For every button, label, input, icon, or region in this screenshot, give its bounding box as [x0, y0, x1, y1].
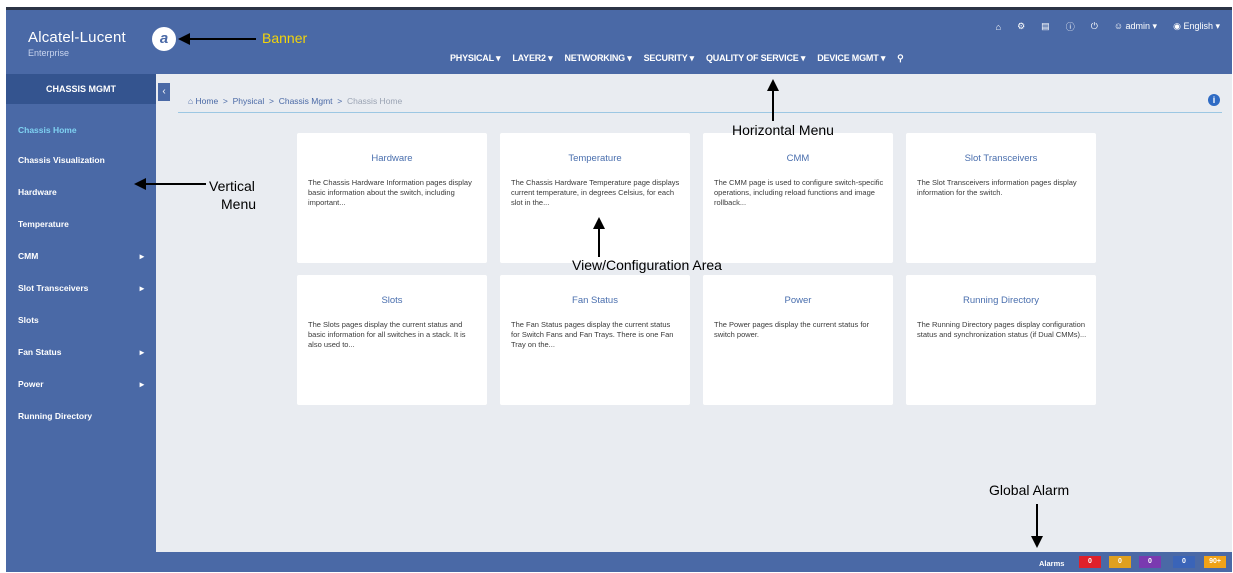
language-menu[interactable]: ◉ English ▾	[1173, 21, 1220, 32]
card-title: Power	[784, 295, 812, 306]
card-title: Temperature	[568, 153, 622, 164]
chevron-right-icon: ▸	[139, 347, 144, 357]
card-running-directory[interactable]: Running Directory The Running Directory …	[906, 275, 1096, 405]
clipboard-icon[interactable]: ▤	[1041, 21, 1050, 32]
card-power[interactable]: Power The Power pages display the curren…	[703, 275, 893, 405]
sidebar-item-chassis-home[interactable]: Chassis Home	[18, 125, 148, 135]
breadcrumb-chassis-mgmt[interactable]: Chassis Mgmt	[279, 96, 333, 106]
sidebar-item-fan-status[interactable]: Fan Status ▸	[18, 347, 148, 357]
alarm-badge-major[interactable]: 0	[1109, 556, 1131, 568]
sidebar-header: CHASSIS MGMT	[6, 74, 156, 104]
breadcrumb-home[interactable]: Home	[196, 96, 219, 106]
annotation-horizontal-menu: Horizontal Menu	[732, 122, 834, 138]
card-title: Slot Transceivers	[964, 153, 1038, 164]
arrow-up-icon	[767, 79, 779, 121]
info-icon[interactable]: i	[1208, 94, 1220, 106]
sidebar-item-temperature[interactable]: Temperature	[18, 219, 148, 229]
chevron-right-icon: ▸	[139, 283, 144, 293]
card-description: The Fan Status pages display the current…	[511, 320, 674, 349]
card-title: Fan Status	[572, 295, 618, 306]
alarm-badge-info[interactable]: 0	[1173, 556, 1195, 568]
card-title: CMM	[786, 153, 810, 164]
user-menu[interactable]: ☺ admin ▾	[1114, 21, 1157, 32]
card-description: The Power pages display the current stat…	[714, 320, 870, 339]
hmenu-quality-of-service[interactable]: QUALITY OF SERVICE ▾	[706, 53, 805, 64]
gear-icon[interactable]: ⚙	[1017, 21, 1025, 32]
breadcrumb-current: Chassis Home	[346, 96, 403, 106]
card-description: The Slots pages display the current stat…	[308, 320, 466, 349]
card-cmm[interactable]: CMM The CMM page is used to configure sw…	[703, 133, 893, 263]
brand-mark-icon: a	[152, 27, 176, 51]
card-description: The CMM page is used to configure switch…	[714, 178, 884, 207]
hmenu-layer2[interactable]: LAYER2 ▾	[512, 53, 552, 64]
user-name: admin	[1125, 21, 1151, 31]
footer-bar: Alarms 0 0 0 0 90+	[6, 552, 1232, 572]
alarm-badge-critical[interactable]: 0	[1079, 556, 1101, 568]
card-slots[interactable]: Slots The Slots pages display the curren…	[297, 275, 487, 405]
card-title: Hardware	[371, 153, 413, 164]
hmenu-device-mgmt[interactable]: DEVICE MGMT ▾	[817, 53, 885, 64]
breadcrumb-divider	[178, 112, 1222, 113]
card-slot-transceivers[interactable]: Slot Transceivers The Slot Transceivers …	[906, 133, 1096, 263]
sidebar-item-slots[interactable]: Slots	[18, 315, 148, 325]
alarm-badge-minor[interactable]: 0	[1139, 556, 1161, 568]
hmenu-security[interactable]: SECURITY ▾	[644, 53, 695, 64]
brand-sub: Enterprise	[28, 48, 70, 58]
home-icon[interactable]: ⌂	[996, 22, 1001, 32]
language-label: English	[1183, 21, 1213, 31]
hmenu-physical[interactable]: PHYSICAL ▾	[450, 53, 501, 64]
horizontal-menu: PHYSICAL ▾ LAYER2 ▾ NETWORKING ▾ SECURIT…	[450, 53, 904, 64]
card-fan-status[interactable]: Fan Status The Fan Status pages display …	[500, 275, 690, 405]
breadcrumb: ⌂ Home > Physical > Chassis Mgmt > Chass…	[188, 96, 403, 106]
chevron-right-icon: ▸	[139, 251, 144, 261]
hmenu-networking[interactable]: NETWORKING ▾	[564, 53, 631, 64]
card-description: The Chassis Hardware Information pages d…	[308, 178, 472, 207]
card-description: The Chassis Hardware Temperature page di…	[511, 178, 680, 207]
home-icon: ⌂	[188, 96, 194, 106]
breadcrumb-physical[interactable]: Physical	[233, 96, 265, 106]
vertical-menu: CHASSIS MGMT Chassis Home Chassis Visual…	[6, 74, 156, 552]
sidebar-item-hardware[interactable]: Hardware	[18, 187, 148, 197]
top-divider	[6, 7, 1232, 10]
alarm-badge-warning[interactable]: 90+	[1204, 556, 1226, 568]
annotation-view-area: View/Configuration Area	[572, 257, 722, 273]
sidebar-item-power[interactable]: Power ▸	[18, 379, 148, 389]
banner-toolbar: ⌂ ⚙ ▤ ⓘ ⏻ ☺ admin ▾ ◉ English ▾	[996, 20, 1220, 33]
chevron-right-icon: ▸	[139, 379, 144, 389]
annotation-vertical-menu-line2: Menu	[221, 196, 257, 212]
alarms-label: Alarms	[1039, 559, 1065, 568]
sidebar-collapse-button[interactable]: ‹	[158, 83, 170, 101]
arrow-down-icon	[1031, 504, 1043, 548]
sidebar-item-cmm[interactable]: CMM ▸	[18, 251, 148, 261]
search-icon[interactable]: ⚲	[897, 53, 904, 64]
card-hardware[interactable]: Hardware The Chassis Hardware Informatio…	[297, 133, 487, 263]
brand-logo-text: Alcatel-Lucent	[28, 29, 126, 46]
help-icon[interactable]: ⓘ	[1066, 20, 1075, 33]
sidebar-item-chassis-visualization[interactable]: Chassis Visualization	[18, 155, 148, 165]
arrow-left-icon	[178, 33, 256, 45]
app-window: Alcatel-Lucent Enterprise a ⌂ ⚙ ▤ ⓘ ⏻ ☺ …	[6, 7, 1232, 572]
power-icon[interactable]: ⏻	[1091, 21, 1098, 32]
arrow-left-icon	[134, 178, 206, 190]
sidebar-item-running-directory[interactable]: Running Directory	[18, 411, 148, 421]
card-description: The Running Directory pages display conf…	[917, 320, 1087, 339]
annotation-vertical-menu-line1: Vertical	[209, 178, 255, 194]
annotation-banner: Banner	[262, 30, 308, 46]
sidebar-item-slot-transceivers[interactable]: Slot Transceivers ▸	[18, 283, 148, 293]
card-title: Slots	[381, 295, 403, 306]
card-title: Running Directory	[962, 295, 1040, 306]
annotation-global-alarm: Global Alarm	[989, 482, 1070, 498]
arrow-up-icon	[593, 217, 605, 257]
card-description: The Slot Transceivers information pages …	[917, 178, 1077, 197]
